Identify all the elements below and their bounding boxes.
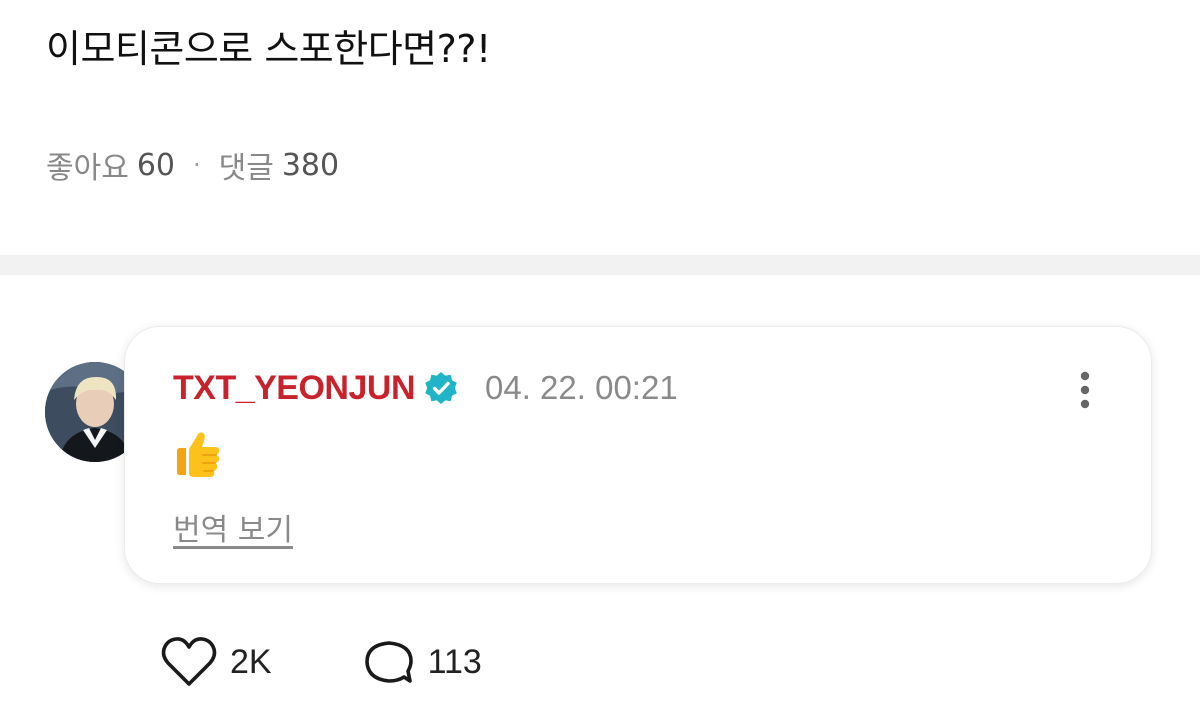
section-divider — [0, 255, 1200, 275]
comment-header: TXT_YEONJUN 04. 22. 00:21 — [173, 365, 678, 411]
post-stats: 좋아요 60 · 댓글 380 — [46, 145, 340, 187]
reply-count: 113 — [427, 642, 482, 681]
likes-label: 좋아요 — [46, 151, 129, 186]
like-button[interactable]: 2K — [160, 635, 272, 689]
more-vertical-icon — [1080, 371, 1090, 409]
comment-actions: 2K 113 — [160, 632, 572, 692]
comments-count: 380 — [281, 147, 340, 183]
comment-card: TXT_YEONJUN 04. 22. 00:21 번역 보기 — [124, 326, 1152, 584]
comment-author[interactable]: TXT_YEONJUN — [173, 369, 416, 408]
verified-badge-icon — [423, 370, 459, 406]
likes-count: 60 — [136, 147, 175, 183]
comment-timestamp: 04. 22. 00:21 — [485, 369, 678, 406]
more-options-button[interactable] — [1059, 365, 1111, 415]
comment-bubble-icon — [364, 641, 413, 683]
comments-label: 댓글 — [218, 151, 274, 186]
comment-body — [173, 427, 223, 479]
reply-button[interactable]: 113 — [362, 635, 482, 689]
like-count: 2K — [230, 642, 272, 681]
stats-separator: · — [193, 151, 201, 179]
post-page: 이모티콘으로 스포한다면??! 좋아요 60 · 댓글 380 TXT_YEON… — [0, 0, 1200, 720]
translate-link[interactable]: 번역 보기 — [173, 505, 293, 549]
post-title: 이모티콘으로 스포한다면??! — [46, 27, 491, 71]
heart-icon — [161, 637, 217, 686]
thumbs-up-icon — [177, 432, 220, 477]
